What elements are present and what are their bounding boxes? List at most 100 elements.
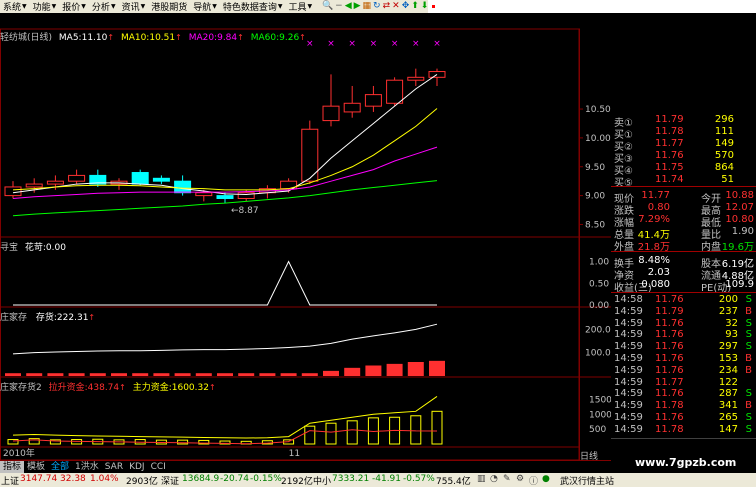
candle-body[interactable] — [131, 172, 149, 185]
forward-icon[interactable]: ▶ — [354, 1, 361, 12]
menu-item-0[interactable]: 系统 ▼ — [0, 0, 30, 13]
bid-row[interactable]: 买④ 11.75 864 — [611, 162, 756, 177]
candle-body[interactable] — [195, 192, 213, 197]
search-icon[interactable]: 🔍 — [322, 1, 333, 12]
watermark-text: www.7gpzb.com — [635, 456, 737, 469]
menu-item-1[interactable]: 功能 ▼ — [30, 0, 60, 13]
tick-time: 14:59 — [614, 341, 643, 353]
candle-body[interactable] — [343, 102, 361, 113]
ind2-bar — [5, 373, 21, 376]
back-icon[interactable]: ◀ — [345, 1, 352, 12]
sz-value: 13684.9 — [182, 474, 220, 484]
candle-body[interactable] — [386, 79, 404, 104]
tick-price: 11.76 — [655, 341, 684, 353]
ind2-bar — [153, 373, 170, 376]
settings-icon[interactable]: ⚙ — [516, 474, 524, 484]
ask-row[interactable]: 卖① 11.79 296 — [611, 114, 756, 129]
refresh-icon[interactable]: ↻ — [373, 1, 381, 12]
tick-time: 14:59 — [614, 305, 643, 317]
zx-amount: 755.4亿 — [436, 477, 471, 487]
tab-2[interactable]: 全部 — [48, 461, 72, 473]
order-volume: 111 — [714, 126, 734, 137]
ind3-arrow2-icon: ↑ — [208, 383, 216, 392]
zx-value: 7333.21 — [332, 474, 370, 484]
down-arrow-icon[interactable]: ⬇ — [421, 1, 428, 12]
info-icon[interactable]: ⓘ — [529, 474, 538, 487]
candle-body[interactable] — [68, 174, 86, 182]
stat-value: 8.48% — [638, 255, 670, 266]
tick-price: 11.76 — [655, 329, 684, 341]
menu-item-label: 资讯 — [121, 3, 140, 13]
order-price: 11.76 — [655, 150, 684, 161]
tick-row: 14:59 11.76 234 B — [611, 365, 756, 377]
candle-body[interactable] — [152, 177, 170, 182]
zoom-out-icon[interactable]: − — [335, 1, 343, 12]
signal-mark: × — [433, 39, 441, 49]
lock-icon[interactable]: ✕ — [392, 1, 400, 12]
zx-change: -41.91 — [372, 474, 402, 484]
tick-row: 14:59 11.76 265 S — [611, 412, 756, 424]
signal-mark: × — [391, 39, 399, 49]
candle-body[interactable] — [407, 76, 425, 81]
tab-4[interactable]: SAR — [102, 461, 126, 473]
up-arrow-icon[interactable]: ⬆ — [411, 1, 419, 12]
bid-row[interactable]: 买① 11.78 111 — [611, 126, 756, 141]
tick-side: S — [745, 423, 752, 435]
panel-divider — [611, 251, 756, 252]
menu-item-8[interactable]: 工具 ▼ — [286, 0, 316, 13]
candle-body[interactable] — [4, 186, 22, 197]
order-volume: 570 — [714, 150, 734, 161]
menu-item-label: 导航 — [193, 3, 212, 13]
ind3-bar — [431, 410, 443, 445]
price-tick-label: 10.50 — [585, 105, 611, 115]
menu-item-5[interactable]: 港股期货 — [148, 0, 190, 13]
ind2-arrow-icon: ↑ — [88, 313, 96, 322]
bid-row[interactable]: 买② 11.77 149 — [611, 138, 756, 153]
chart-icon[interactable]: ▦ — [363, 1, 372, 12]
ind3-bar — [325, 422, 337, 445]
tab-0[interactable]: 指标 — [0, 461, 25, 473]
price-tick-label: 9.00 — [585, 192, 605, 202]
menu-item-6[interactable]: 导航 ▼ — [190, 0, 220, 13]
bid-row[interactable]: 买⑤ 11.74 51 — [611, 174, 756, 189]
dropdown-arrow-icon: ▼ — [51, 3, 57, 10]
signal-mark: × — [306, 39, 314, 49]
chart-toggle-icon[interactable]: ▥ — [477, 474, 486, 484]
ind2-bar — [301, 373, 318, 376]
xaxis-label-year: 2010年 — [3, 447, 35, 459]
tick-side: S — [745, 341, 752, 353]
bid-row[interactable]: 买③ 11.76 570 — [611, 150, 756, 165]
stat-value: 12.07 — [725, 202, 754, 213]
ma20-arrow-icon: ↑ — [237, 33, 244, 42]
panel-divider — [611, 292, 756, 293]
stat-value: 10.88 — [725, 190, 754, 201]
candle-body[interactable] — [364, 94, 382, 107]
chart-frame — [0, 28, 580, 460]
tick-row: 14:59 11.76 287 S — [611, 388, 756, 400]
ma20-label: MA20:9.84 — [188, 33, 238, 43]
tick-price: 11.76 — [655, 364, 684, 376]
menu-item-2[interactable]: 报价 ▼ — [59, 0, 89, 13]
tab-6[interactable]: CCI — [148, 461, 169, 473]
menu-item-7[interactable]: 特色数据查询 ▼ — [220, 0, 286, 13]
candle-body[interactable] — [322, 105, 340, 122]
candle-body[interactable] — [25, 183, 43, 188]
expand-icon[interactable]: ✥ — [402, 1, 410, 12]
candle-body[interactable] — [174, 180, 192, 194]
order-price: 11.78 — [655, 126, 684, 137]
ind3-bar — [304, 425, 316, 445]
ind2-name: 庄家存 — [0, 313, 28, 323]
menu-item-4[interactable]: 资讯 ▼ — [119, 0, 149, 13]
tick-volume: 265 — [718, 412, 738, 423]
tools-icon[interactable]: ✎ — [503, 474, 511, 484]
menu-item-3[interactable]: 分析 ▼ — [89, 0, 119, 13]
connection-icon: ● — [542, 474, 550, 484]
candle-body[interactable] — [216, 195, 234, 199]
transfer-icon[interactable]: ⇄ — [383, 1, 391, 12]
tab-5[interactable]: KDJ — [126, 461, 148, 473]
tab-1[interactable]: 模板 — [24, 461, 48, 473]
tab-3[interactable]: 1洪水 — [72, 461, 102, 473]
candle-body[interactable] — [46, 180, 64, 185]
tick-price: 11.76 — [655, 412, 684, 423]
ind2-tick-label: 100.0 — [585, 349, 611, 359]
